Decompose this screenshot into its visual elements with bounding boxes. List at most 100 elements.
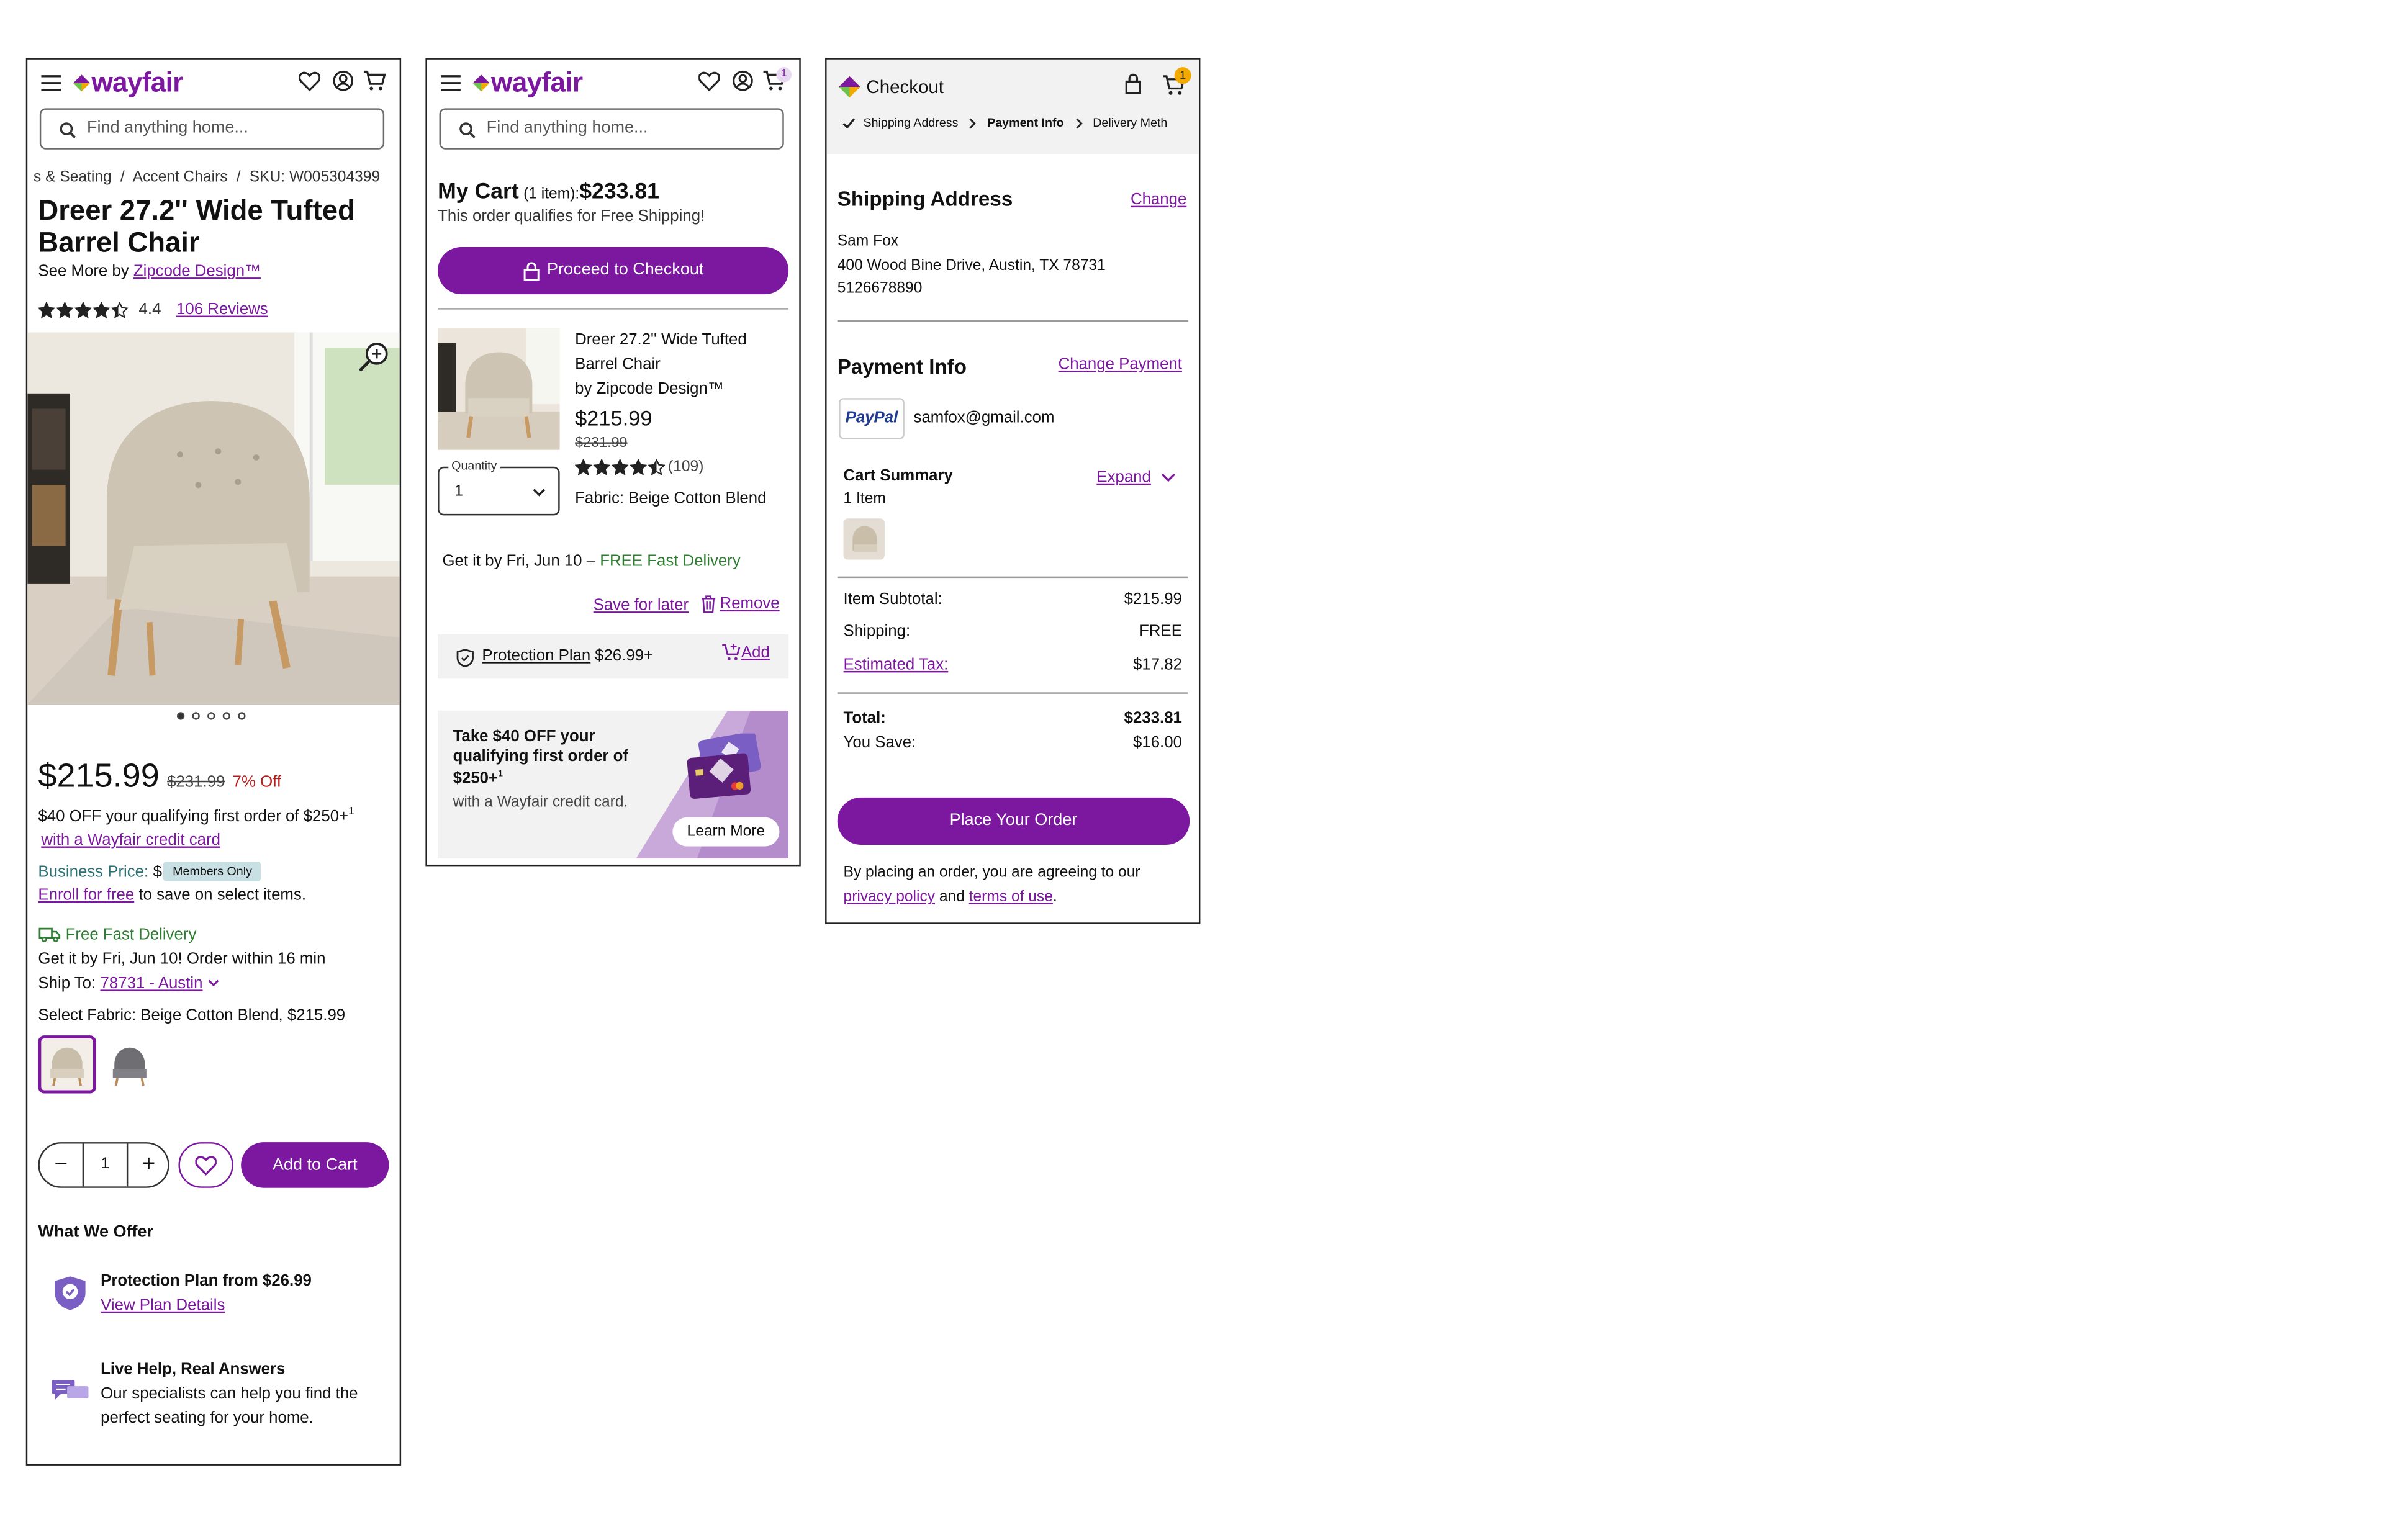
wishlist-button[interactable] (178, 1142, 233, 1188)
hamburger-menu-icon[interactable] (41, 74, 61, 91)
star-icon (111, 301, 129, 318)
star-icon (93, 301, 110, 318)
free-shipping-note: This order qualifies for Free Shipping! (438, 207, 705, 226)
step-payment-info[interactable]: Payment Info (987, 116, 1063, 130)
enroll-link[interactable]: Enroll for free (38, 886, 134, 904)
wayfair-logo[interactable]: wayfair (472, 67, 583, 99)
checkout-page-panel: Checkout 1 Shipping Address Payment Info… (825, 58, 1201, 924)
cart-add-icon (722, 643, 741, 660)
offer2-title: Live Help, Real Answers (101, 1360, 286, 1379)
swatch-gray[interactable] (104, 1038, 156, 1091)
cart-item-image[interactable] (438, 328, 560, 450)
wayfair-logo-icon (472, 74, 490, 92)
search-icon (459, 122, 476, 138)
shipping-value: FREE (1139, 622, 1182, 641)
add-protection-button[interactable]: Add (721, 643, 770, 662)
legal-line1: By placing an order, you are agreeing to… (843, 864, 1140, 881)
chevron-down-icon[interactable] (207, 979, 220, 988)
star-icon (575, 459, 592, 476)
swatch-beige[interactable] (38, 1035, 96, 1094)
favorites-heart-icon[interactable] (698, 71, 720, 92)
search-input[interactable]: Find anything home... (439, 108, 784, 150)
change-shipping-link[interactable]: Change (1131, 191, 1186, 209)
credit-offer: $40 OFF your qualifying first order of $… (38, 806, 354, 826)
carousel-dot[interactable] (176, 712, 185, 720)
shipping-label: Shipping: (843, 622, 911, 641)
quantity-select[interactable]: Quantity 1 (438, 459, 560, 516)
shield-check-icon (456, 649, 474, 667)
paypal-logo: PayPal (839, 398, 905, 439)
search-input[interactable]: Find anything home... (39, 108, 385, 150)
decrement-button[interactable]: − (40, 1144, 83, 1187)
increment-button[interactable]: + (128, 1144, 169, 1187)
wayfair-logo-icon[interactable] (839, 76, 860, 106)
subtotal-value: $215.99 (1124, 590, 1182, 609)
credit-card-link[interactable]: with a Wayfair credit card (41, 831, 220, 849)
product-image[interactable] (27, 332, 400, 705)
wayfair-logo[interactable]: wayfair (73, 67, 183, 99)
estimated-tax-link[interactable]: Estimated Tax: (844, 655, 949, 673)
hamburger-menu-icon[interactable] (440, 74, 461, 91)
cart-item-reviews[interactable]: (109) (668, 459, 703, 475)
subtotal-label: Item Subtotal: (843, 590, 942, 609)
carousel-dot[interactable] (192, 712, 200, 720)
offer2-line2: perfect seating for your home. (101, 1408, 314, 1428)
change-payment-link[interactable]: Change Payment (1059, 355, 1182, 373)
cart-count-badge: 1 (1174, 67, 1191, 84)
place-order-button[interactable]: Place Your Order (837, 797, 1190, 845)
chair-thumbnail (843, 518, 885, 560)
tax-value: $17.82 (1133, 655, 1182, 674)
breadcrumb-seating[interactable]: s & Seating (34, 169, 112, 186)
legal-line2: privacy policy and terms of use. (843, 889, 1057, 906)
chevron-down-icon (533, 489, 546, 497)
total-value: $233.81 (1124, 709, 1182, 727)
cart-icon[interactable] (363, 70, 386, 91)
reviews-link[interactable]: 106 Reviews (176, 300, 268, 318)
carousel-dots[interactable] (176, 712, 268, 721)
cart-delivery: Get it by Fri, Jun 10 – FREE Fast Delive… (442, 552, 741, 570)
breadcrumb-accent-chairs[interactable]: Accent Chairs (133, 169, 228, 186)
credit-card-image (687, 733, 761, 799)
add-to-cart-button[interactable]: Add to Cart (241, 1142, 389, 1188)
protection-plan-link[interactable]: Protection Plan (482, 647, 590, 665)
cart-item-rating: (109) (575, 459, 703, 475)
cart-title: My Cart (438, 179, 519, 205)
discount-percent: 7% Off (232, 773, 282, 792)
quantity-stepper[interactable]: − 1 + (38, 1142, 169, 1188)
learn-more-button[interactable]: Learn More (672, 817, 780, 847)
step-shipping-address[interactable]: Shipping Address (863, 116, 958, 130)
favorites-heart-icon[interactable] (299, 71, 320, 92)
account-icon[interactable] (333, 70, 354, 91)
step-delivery-method[interactable]: Delivery Meth (1093, 116, 1167, 130)
protection-plan-price: $26.99+ (595, 646, 654, 665)
cart-item-name-line1[interactable]: Dreer 27.2'' Wide Tufted (575, 331, 747, 349)
sku: SKU: W005304399 (249, 169, 381, 186)
brand-link[interactable]: Zipcode Design™ (133, 263, 261, 281)
expand-button[interactable]: Expand (1096, 468, 1175, 487)
remove-button[interactable]: Remove (700, 595, 780, 613)
privacy-policy-link[interactable]: privacy policy (844, 889, 935, 906)
you-save-label: You Save: (843, 733, 916, 752)
ship-to-link[interactable]: 78731 - Austin (101, 975, 203, 993)
zoom-icon[interactable] (358, 341, 389, 379)
terms-of-use-link[interactable]: terms of use (969, 889, 1053, 906)
checkout-title: Checkout (866, 76, 944, 98)
payment-heading: Payment Info (837, 355, 967, 379)
account-icon[interactable] (732, 70, 753, 91)
quantity-value[interactable]: 1 (84, 1144, 127, 1187)
cart-total: $233.81 (579, 179, 659, 205)
carousel-dot[interactable] (222, 712, 230, 720)
carousel-dot[interactable] (207, 712, 215, 720)
save-for-later-link[interactable]: Save for later (594, 597, 689, 615)
offer1-title: Protection Plan from $26.99 (101, 1271, 312, 1290)
proceed-to-checkout-button[interactable]: Proceed to Checkout (438, 246, 789, 295)
view-plan-details-link[interactable]: View Plan Details (101, 1296, 225, 1314)
delivery-eta: Get it by Fri, Jun 10! Order within 16 m… (38, 950, 326, 969)
shield-check-icon (53, 1275, 87, 1319)
breadcrumb: s & Seating / Accent Chairs / SKU: W0053… (34, 169, 381, 186)
heart-icon (195, 1156, 217, 1176)
star-icon (593, 459, 610, 476)
cart-item-price: $215.99 (575, 405, 652, 430)
carousel-dot[interactable] (238, 712, 246, 720)
cart-item-name-line2[interactable]: Barrel Chair (575, 355, 661, 373)
